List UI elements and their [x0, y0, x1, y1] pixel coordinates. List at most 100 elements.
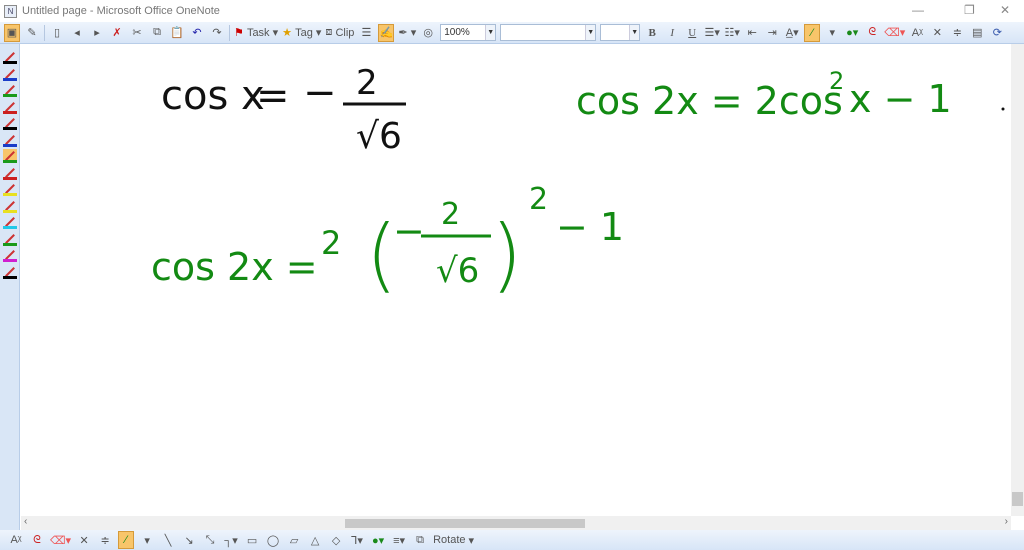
page-list-icon[interactable]: ☰: [358, 24, 374, 42]
vertical-scrollbar[interactable]: [1011, 44, 1024, 516]
bold-button[interactable]: B: [644, 24, 660, 42]
pen-mode-icon[interactable]: ✍: [378, 23, 395, 42]
ink-dot: [1001, 107, 1005, 111]
zoom-value: 100%: [444, 27, 470, 38]
chevron-down-icon[interactable]: ▾: [139, 531, 155, 549]
pen-swatch[interactable]: [3, 166, 17, 180]
page-view-icon[interactable]: ▣: [4, 23, 20, 42]
chevron-down-icon: ▼: [485, 25, 496, 40]
pen-color-bar: [3, 259, 17, 262]
pen-swatch[interactable]: [3, 116, 17, 130]
pen-color-icon[interactable]: ⁄: [804, 23, 821, 42]
pen-color-bar: [3, 160, 17, 163]
double-arrow-icon[interactable]: ⤡: [202, 531, 218, 549]
new-page-icon[interactable]: ▯: [49, 24, 65, 42]
underline-button[interactable]: U: [684, 24, 700, 42]
increase-indent-icon[interactable]: ⇥: [764, 24, 780, 42]
back-icon[interactable]: ◂: [69, 24, 85, 42]
pen-color-icon[interactable]: ⁄: [118, 531, 135, 549]
ink-coefficient: 2: [321, 224, 341, 262]
pen-swatch[interactable]: [3, 215, 17, 229]
tag-button[interactable]: ★ Tag ▾: [282, 24, 321, 42]
ink-numerator: 2: [356, 63, 378, 103]
help-icon[interactable]: ◎: [420, 24, 436, 42]
pen-swatch[interactable]: [3, 67, 17, 81]
scroll-left-icon[interactable]: ‹: [24, 516, 27, 527]
ink-exponent: 2: [829, 67, 844, 95]
arrange-icon[interactable]: ⧉: [412, 531, 428, 549]
italic-button[interactable]: I: [664, 24, 680, 42]
decrease-indent-icon[interactable]: ⇤: [744, 24, 760, 42]
lasso-icon[interactable]: ᘓ: [864, 24, 880, 42]
pen-color-bar: [3, 77, 17, 81]
pen-swatch[interactable]: [3, 50, 17, 64]
pen-icon[interactable]: ✒ ▾: [398, 24, 416, 42]
pen-swatch[interactable]: [3, 83, 17, 97]
horizontal-scroll-thumb[interactable]: [345, 519, 585, 528]
color-palette-icon[interactable]: ●▾: [370, 531, 386, 549]
zoom-select[interactable]: 100% ▼: [440, 24, 497, 41]
line-icon[interactable]: ╲: [160, 531, 176, 549]
scroll-right-icon[interactable]: ›: [1005, 516, 1008, 527]
vertical-scroll-thumb[interactable]: [1012, 492, 1023, 506]
insert-space-icon[interactable]: ≑: [949, 24, 965, 42]
pen-swatch[interactable]: [3, 100, 17, 114]
chevron-down-icon[interactable]: ▾: [824, 24, 840, 42]
title-bar: N Untitled page - Microsoft Office OneNo…: [0, 0, 1024, 22]
ink-to-text-icon[interactable]: Aᵡ: [8, 531, 24, 549]
font-color-icon[interactable]: A̲▾: [784, 24, 800, 42]
ink-to-text-icon[interactable]: Aᵡ: [909, 24, 925, 42]
numbering-icon[interactable]: ☷▾: [724, 24, 740, 42]
pen-swatch[interactable]: [3, 182, 17, 196]
connector-icon[interactable]: ⅂▾: [349, 531, 365, 549]
axes-icon[interactable]: ┐▾: [223, 531, 239, 549]
diamond-icon[interactable]: ◇: [328, 531, 344, 549]
color-palette-icon[interactable]: ●▾: [844, 24, 860, 42]
horizontal-scrollbar[interactable]: ‹ ›: [21, 516, 1011, 530]
page-icon[interactable]: ▤: [969, 24, 985, 42]
pen-swatch[interactable]: [3, 133, 17, 147]
ink-cos-x: cos x: [161, 73, 265, 119]
delete-icon[interactable]: ✕: [76, 531, 92, 549]
pin-icon[interactable]: ✎: [24, 24, 40, 42]
delete-page-icon[interactable]: ✗: [109, 24, 125, 42]
rotate-button[interactable]: Rotate ▾: [433, 531, 474, 549]
undo-icon[interactable]: ↶: [189, 24, 205, 42]
cut-icon[interactable]: ✂: [129, 24, 145, 42]
pen-swatch[interactable]: [3, 199, 17, 213]
clip-button[interactable]: ⧈ Clip: [325, 24, 354, 42]
pen-color-bar: [3, 110, 17, 114]
copy-icon[interactable]: ⧉: [149, 24, 165, 42]
paste-icon[interactable]: 📋: [169, 24, 185, 42]
delete-icon[interactable]: ✕: [929, 24, 945, 42]
note-canvas[interactable]: cos x = − 2 √6 cos 2x = 2cos 2 x − 1 cos…: [21, 44, 1011, 516]
pen-swatch[interactable]: [3, 149, 17, 163]
parallelogram-icon[interactable]: ▱: [286, 531, 302, 549]
eraser-icon[interactable]: ⌫▾: [884, 24, 905, 42]
pen-swatch[interactable]: [3, 248, 17, 262]
rectangle-icon[interactable]: ▭: [244, 531, 260, 549]
font-select[interactable]: ▼: [500, 24, 597, 41]
font-size-select[interactable]: ▼: [600, 24, 641, 41]
minimize-button[interactable]: —: [912, 3, 924, 17]
task-button[interactable]: ⚑ Task ▾: [234, 24, 278, 42]
restore-button[interactable]: ❐: [964, 3, 975, 17]
redo-icon[interactable]: ↷: [209, 24, 225, 42]
lasso-icon[interactable]: ᘓ: [29, 531, 45, 549]
equation-cos-x: cos x = − 2 √6: [161, 63, 406, 157]
ink-identity-tail: x − 1: [849, 77, 952, 121]
pen-color-bar: [3, 242, 17, 246]
triangle-icon[interactable]: △: [307, 531, 323, 549]
forward-icon[interactable]: ▸: [89, 24, 105, 42]
research-icon[interactable]: ⟳: [989, 24, 1005, 42]
eraser-icon[interactable]: ⌫▾: [50, 531, 71, 549]
pen-swatch[interactable]: [3, 232, 17, 246]
pen-swatch[interactable]: [3, 265, 17, 279]
close-button[interactable]: ✕: [1000, 3, 1010, 17]
insert-space-icon[interactable]: ≑: [97, 531, 113, 549]
ellipse-icon[interactable]: ◯: [265, 531, 281, 549]
bullets-icon[interactable]: ☰▾: [704, 24, 720, 42]
arrow-icon[interactable]: ↘: [181, 531, 197, 549]
line-weight-icon[interactable]: ≡▾: [391, 531, 407, 549]
onenote-app-icon: N: [4, 4, 17, 18]
